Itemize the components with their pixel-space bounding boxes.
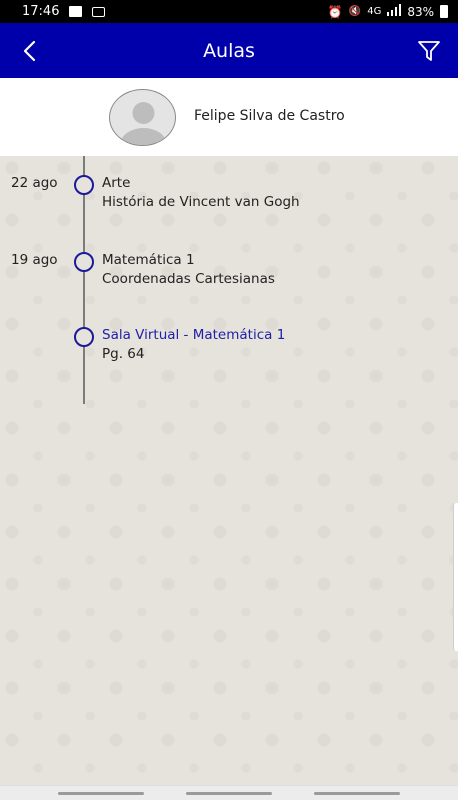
entry-date: 22 ago — [11, 175, 58, 191]
timeline-dot-icon — [74, 252, 94, 272]
filter-icon — [418, 41, 440, 61]
status-time: 17:46 — [22, 4, 60, 19]
status-left: 17:46 — [22, 4, 106, 19]
mute-icon: 🔇 — [348, 6, 362, 17]
caption-icon — [92, 6, 106, 17]
alarm-icon: ⏰ — [327, 4, 343, 19]
filter-button[interactable] — [414, 36, 444, 66]
edge-panel-handle[interactable] — [453, 503, 458, 651]
profile-name: Felipe Silva de Castro — [194, 108, 345, 124]
user-placeholder-icon — [120, 102, 167, 145]
entry-date: 19 ago — [11, 252, 58, 268]
timeline-dot-icon — [74, 175, 94, 195]
system-nav-bar — [0, 785, 458, 800]
nav-home-button[interactable] — [186, 792, 272, 795]
nav-back-button[interactable] — [314, 792, 400, 795]
entry-title: Matemática 1 — [102, 252, 195, 268]
timeline: 22 ago Arte História de Vincent van Gogh… — [0, 156, 458, 785]
battery-level: 83% — [407, 4, 434, 19]
signal-icon — [387, 4, 402, 19]
back-button[interactable] — [14, 36, 44, 66]
status-bar: 17:46 ⏰ 🔇 4G 83% — [0, 0, 458, 23]
chevron-left-icon — [23, 40, 36, 62]
image-icon — [69, 6, 83, 17]
data-icon: 4G — [367, 6, 382, 17]
avatar[interactable] — [109, 89, 176, 146]
entry-subtitle: História de Vincent van Gogh — [102, 194, 300, 210]
page-title: Aulas — [203, 39, 255, 62]
entry-title: Arte — [102, 175, 131, 191]
entry-title-link[interactable]: Sala Virtual - Matemática 1 — [102, 327, 285, 343]
entry-subtitle: Pg. 64 — [102, 346, 145, 362]
app-bar: Aulas — [0, 23, 458, 78]
timeline-dot-icon — [74, 327, 94, 347]
battery-icon — [440, 5, 448, 18]
status-right: ⏰ 🔇 4G 83% — [328, 4, 448, 19]
nav-recents-button[interactable] — [58, 792, 144, 795]
profile-header: Felipe Silva de Castro — [0, 78, 458, 156]
entry-subtitle: Coordenadas Cartesianas — [102, 271, 275, 287]
